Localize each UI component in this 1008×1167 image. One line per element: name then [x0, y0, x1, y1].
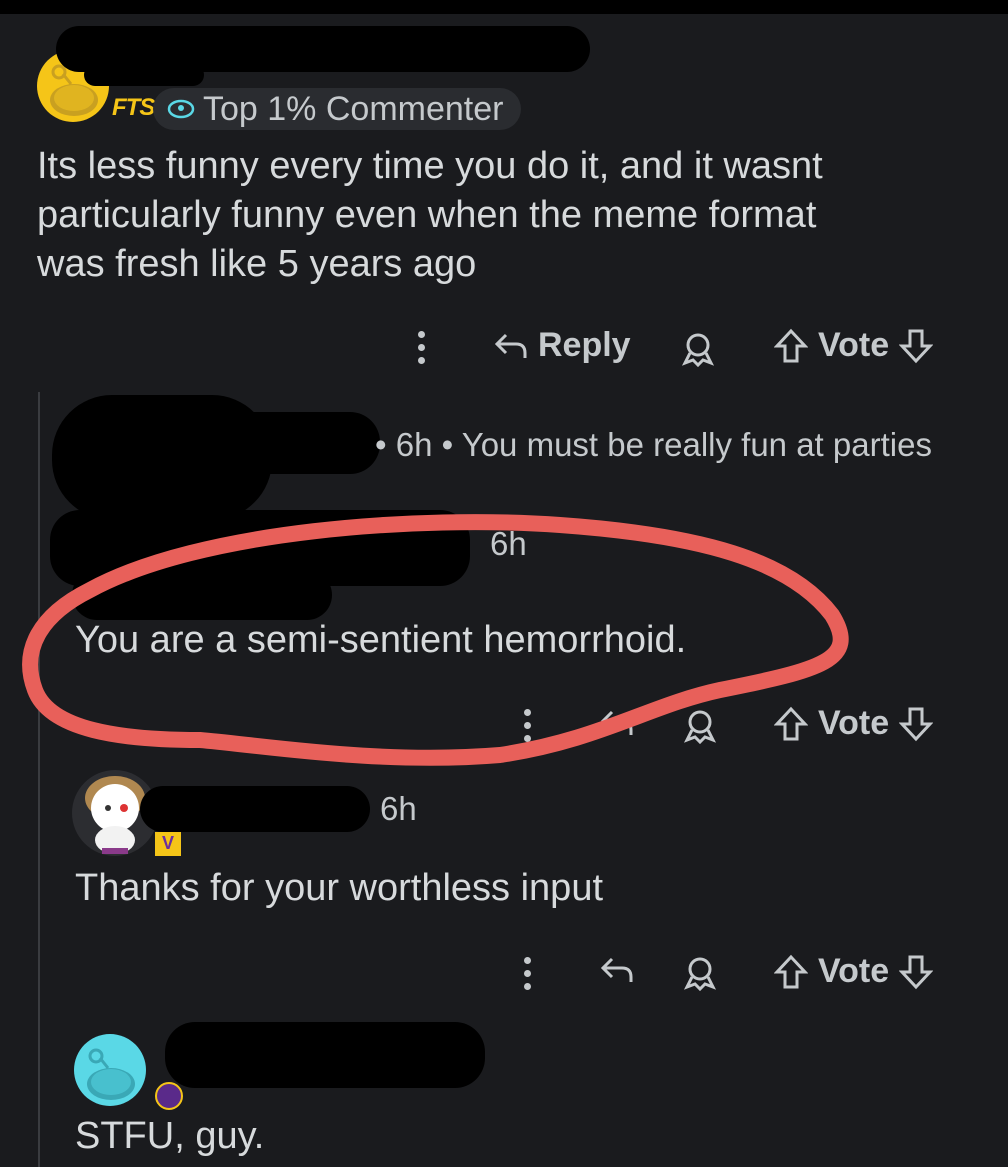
- comment-body: Its less funny every time you do it, and…: [37, 142, 823, 289]
- redacted-username: [140, 786, 370, 832]
- upvote-icon[interactable]: [774, 706, 808, 742]
- downvote-icon[interactable]: [899, 954, 934, 990]
- award-icon[interactable]: [682, 955, 718, 991]
- upvote-icon[interactable]: [774, 954, 808, 990]
- award-icon[interactable]: [682, 708, 718, 744]
- redacted-username: [72, 570, 332, 620]
- vote-control[interactable]: Vote: [774, 326, 934, 365]
- vote-label: Vote: [818, 952, 890, 990]
- user-flair-icon: V: [155, 832, 181, 856]
- downvote-icon[interactable]: [899, 706, 934, 742]
- upvote-icon[interactable]: [774, 328, 808, 364]
- reply-icon[interactable]: [600, 955, 634, 985]
- redacted-username: [150, 412, 380, 474]
- badge-label: Top 1% Commenter: [203, 89, 504, 128]
- vote-label: Vote: [818, 326, 890, 364]
- more-options-icon[interactable]: [418, 331, 425, 364]
- redacted-username: [165, 1022, 485, 1088]
- more-options-icon[interactable]: [524, 957, 531, 990]
- user-flair: FTS: [112, 94, 155, 121]
- more-options-icon[interactable]: [524, 709, 531, 742]
- comment-line: particularly funny even when the meme fo…: [37, 194, 817, 236]
- collapsed-comment-meta[interactable]: • 6h • You must be really fun at parties: [375, 426, 932, 464]
- top-commenter-badge: Top 1% Commenter: [153, 88, 522, 130]
- reply-label: Reply: [538, 326, 631, 364]
- reply-icon: [494, 331, 528, 361]
- redacted-username: [84, 64, 204, 86]
- downvote-icon[interactable]: [899, 328, 934, 364]
- comment-timestamp: 6h: [380, 790, 417, 827]
- comment-line: was fresh like 5 years ago: [37, 243, 477, 285]
- comment-body: Thanks for your worthless input: [75, 867, 604, 909]
- status-bar: [0, 0, 1008, 14]
- avatar[interactable]: [74, 1034, 146, 1106]
- comment-line: Its less funny every time you do it, and…: [37, 145, 823, 187]
- vote-label: Vote: [818, 704, 890, 742]
- comment-body: STFU, guy.: [75, 1115, 265, 1157]
- top-commenter-icon: [167, 97, 195, 121]
- reddit-snoo-avatar-icon: [87, 1048, 135, 1100]
- reply-button[interactable]: Reply: [494, 326, 631, 365]
- user-flair-icon: [155, 1082, 183, 1110]
- award-icon[interactable]: [680, 331, 716, 367]
- vote-control[interactable]: Vote: [774, 704, 934, 743]
- comment-body: You are a semi-sentient hemorrhoid.: [75, 619, 687, 661]
- vote-control[interactable]: Vote: [774, 952, 934, 991]
- reply-icon[interactable]: [600, 708, 634, 738]
- comment-timestamp: 6h: [490, 525, 527, 562]
- thread-line[interactable]: [38, 392, 40, 1167]
